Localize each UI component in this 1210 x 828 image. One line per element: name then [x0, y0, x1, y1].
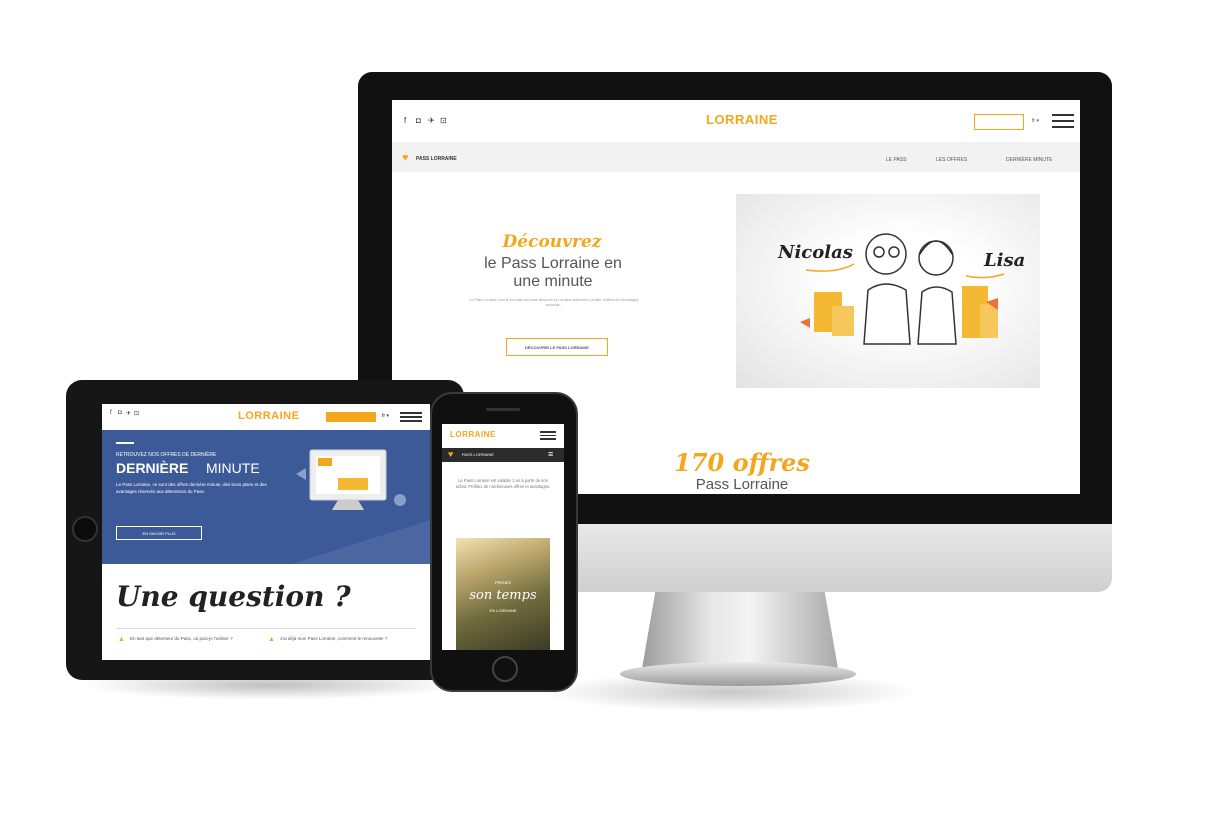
- phone-speaker: [486, 408, 520, 411]
- nav-item-offres[interactable]: LES OFFRES: [936, 157, 967, 163]
- tablet-home-button: [72, 516, 98, 542]
- photo-caption: EN LORRAINE: [489, 608, 517, 613]
- nav-item-derniere-minute[interactable]: DERNIÈRE MINUTE: [1006, 157, 1052, 163]
- photo-kicker: PRENEZ: [494, 580, 512, 585]
- banner-body: Le Pass Lorraine, ce sont des offres der…: [116, 482, 267, 494]
- phone-navbar: ♥ PASS LORRAINE ≡: [442, 448, 564, 462]
- phone-home-button: [492, 656, 518, 682]
- tablet-facebook-icon[interactable]: f: [110, 410, 112, 416]
- question-divider: [116, 628, 416, 629]
- phone-hero-photo[interactable]: PRENEZ son temps EN LORRAINE: [456, 538, 550, 650]
- tablet-pinterest-icon[interactable]: ⊡: [134, 410, 139, 417]
- hero-body: Le Pass Lorraine c'est le bon plan sûr p…: [469, 298, 639, 308]
- tablet-header-button[interactable]: [326, 412, 376, 422]
- header-button[interactable]: [974, 114, 1024, 130]
- hero-script-title: Découvrez: [502, 232, 602, 252]
- desktop-topbar: f ◘ ✈ ⊡ LORRAINE fr ▾: [392, 100, 1080, 143]
- tablet-twitter-icon[interactable]: ✈: [126, 410, 131, 417]
- tablet-language-select[interactable]: fr ▾: [382, 413, 389, 419]
- nav-item-le-pass[interactable]: LE PASS: [886, 157, 906, 163]
- banner-diagonal: [292, 520, 430, 564]
- menu-icon[interactable]: [1052, 114, 1074, 128]
- phone-nav-brand[interactable]: PASS LORRAINE: [462, 452, 494, 457]
- hero-cta-button[interactable]: DÉCOUVRIR LE PASS LORRAINE: [506, 338, 608, 356]
- heart-icon: ♥: [402, 152, 409, 164]
- twitter-icon[interactable]: ✈: [428, 116, 435, 125]
- offers-label: Pass Lorraine: [695, 476, 789, 493]
- phone-heart-icon: ♥: [448, 449, 454, 459]
- banner-button[interactable]: EN SAVOIR PLUS: [116, 526, 202, 540]
- faq-item-1[interactable]: En tant que détenteur du Pass, où puis-j…: [130, 636, 260, 642]
- phone-logo[interactable]: LORRAINE: [450, 430, 496, 439]
- faq-arrow-icon-1: ▲: [118, 636, 125, 643]
- language-select[interactable]: fr ▾: [1032, 118, 1039, 124]
- hero-cta-label: DÉCOUVRIR LE PASS LORRAINE: [525, 344, 589, 350]
- banner-button-label: EN SAVOIR PLUS: [142, 530, 176, 536]
- pinterest-icon[interactable]: ⊡: [440, 116, 447, 125]
- tablet-screen: f ◘ ✈ ⊡ LORRAINE fr ▾ RETROUVEZ NOS OFFR…: [102, 404, 430, 660]
- tablet-menu-icon[interactable]: [400, 412, 422, 422]
- faq-item-2[interactable]: J'ai déjà mon Pass Lorraine, comment le …: [280, 636, 410, 642]
- banner-title-bold: DERNIÈRE: [116, 460, 189, 476]
- phone-menu-icon[interactable]: [540, 431, 556, 440]
- nav-brand[interactable]: PASS LORRAINE: [416, 156, 457, 162]
- tablet-banner: RETROUVEZ NOS OFFRES DE DERNIÈRE DERNIÈR…: [102, 430, 430, 564]
- desktop-navbar: ♥ PASS LORRAINE LE PASS LES OFFRES DERNI…: [392, 142, 1080, 172]
- offers-count: 170 offres: [674, 448, 810, 477]
- hero-illustration[interactable]: Nicolas Lisa: [736, 194, 1040, 388]
- instagram-icon[interactable]: ◘: [416, 116, 421, 125]
- faq-arrow-icon-2: ▲: [268, 636, 275, 643]
- photo-title: son temps: [469, 588, 537, 603]
- hero-subtitle-1: le Pass Lorraine en: [484, 255, 622, 272]
- phone-body-text: Le Pass Lorraine est valable 1 an à part…: [455, 478, 551, 490]
- banner-kicker: RETROUVEZ NOS OFFRES DE DERNIÈRE: [116, 452, 217, 458]
- hero-subtitle-2: une minute: [513, 273, 593, 290]
- site-logo[interactable]: LORRAINE: [706, 112, 778, 127]
- banner-rule: [116, 442, 134, 444]
- phone-screen: LORRAINE ♥ PASS LORRAINE ≡ Le Pass Lorra…: [442, 424, 564, 650]
- phone-nav-menu-icon[interactable]: ≡: [548, 449, 553, 459]
- facebook-icon[interactable]: f: [404, 116, 406, 125]
- question-title: Une question ?: [116, 580, 351, 613]
- tablet-instagram-icon[interactable]: ◘: [118, 410, 122, 416]
- banner-title-light: MINUTE: [206, 460, 260, 476]
- banner-computer-illustration: [296, 449, 406, 510]
- tablet-logo[interactable]: LORRAINE: [238, 410, 299, 422]
- characters-drawing: [800, 233, 1005, 345]
- imac-foot: [620, 662, 856, 686]
